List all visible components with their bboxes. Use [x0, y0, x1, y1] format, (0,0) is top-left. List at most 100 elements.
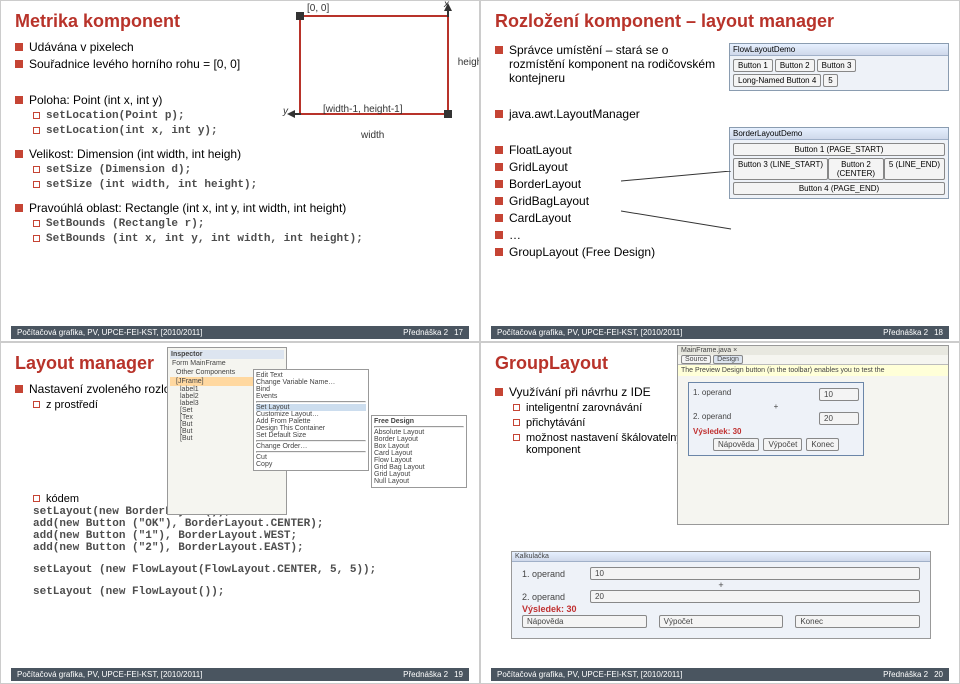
footer-mid: Přednáška 2	[403, 328, 448, 337]
calc-button[interactable]: Výpočet	[659, 615, 784, 628]
footer-page: 19	[454, 670, 463, 679]
help-button[interactable]: Nápověda	[522, 615, 647, 628]
slide-grouplayout: GroupLayout Využívání při návrhu z IDE i…	[480, 342, 960, 684]
close-button[interactable]: Konec	[806, 438, 839, 451]
label-op2: 2. operand	[522, 592, 582, 602]
demo-button[interactable]: Button 1 (PAGE_START)	[733, 143, 945, 156]
subbullet-icon	[33, 181, 40, 188]
demo-button[interactable]: 5 (LINE_END)	[884, 158, 945, 180]
demo-button[interactable]: 5	[823, 74, 837, 87]
menu-item[interactable]: Change Variable Name…	[256, 379, 366, 386]
label-operator: +	[693, 402, 859, 411]
submenu-item[interactable]: Box Layout	[374, 443, 464, 450]
label-origin: [0, 0]	[307, 3, 329, 14]
bullet-icon	[495, 46, 503, 54]
bullet-text: Pravoúhlá oblast: Rectangle (int x, int …	[29, 201, 346, 215]
inspector-title: Inspector	[170, 350, 284, 359]
tab-design[interactable]: Design	[713, 355, 743, 364]
submenu-item[interactable]: Absolute Layout	[374, 429, 464, 436]
menu-item[interactable]: Customize Layout…	[256, 411, 366, 418]
code-text: add(new Button ("1"), BorderLayout.WEST;	[33, 530, 465, 542]
label-operator: +	[522, 580, 920, 590]
menu-item[interactable]: Set Default Size	[256, 432, 366, 439]
label-corner: [width-1, height-1]	[323, 104, 403, 115]
bullet-icon	[15, 96, 23, 104]
tab-source[interactable]: Source	[681, 355, 711, 364]
layout-item: GridLayout	[509, 160, 568, 174]
bullet-icon	[495, 197, 503, 205]
submenu-item[interactable]: Card Layout	[374, 450, 464, 457]
demo-button[interactable]: Long-Named Button 4	[733, 74, 821, 87]
menu-item[interactable]: Set Layout	[256, 404, 366, 411]
menu-item[interactable]: Design This Container	[256, 425, 366, 432]
field-op1[interactable]: 10	[590, 567, 920, 580]
bullet-icon	[15, 60, 23, 68]
bullet-text: Využívání při návrhu z IDE	[509, 385, 651, 399]
bullet-icon	[495, 231, 503, 239]
subbullet-icon	[33, 401, 40, 408]
bullet-icon	[495, 248, 503, 256]
menu-item[interactable]: Edit Text	[256, 372, 366, 379]
field-op2[interactable]: 20	[819, 412, 859, 425]
submenu-item[interactable]: Border Layout	[374, 436, 464, 443]
label-height: height	[458, 57, 480, 68]
submenu-item[interactable]: Free Design	[374, 418, 464, 425]
code-text: SetBounds (Rectangle r);	[46, 218, 204, 230]
subbullet-icon	[33, 220, 40, 227]
context-menu: Edit Text Change Variable Name… Bind Eve…	[253, 369, 369, 471]
field-op1[interactable]: 10	[819, 388, 859, 401]
borderlayout-demo-window: BorderLayoutDemo Button 1 (PAGE_START) B…	[729, 127, 949, 199]
calc-button[interactable]: Výpočet	[763, 438, 802, 451]
layout-item: GridBagLayout	[509, 194, 589, 208]
bullet-icon	[495, 180, 503, 188]
demo-button[interactable]: Button 2 (CENTER)	[828, 158, 884, 180]
code-text: setSize (int width, int height);	[46, 179, 257, 191]
bullet-text: Správce umístění – stará se o rozmístění…	[509, 43, 725, 85]
demo-button[interactable]: Button 3	[817, 59, 857, 72]
submenu-item[interactable]: Flow Layout	[374, 457, 464, 464]
slide-footer: Počítačová grafika, PV, UPCE-FEI-KST, [2…	[491, 326, 949, 339]
subbullet-icon	[513, 434, 520, 441]
menu-item[interactable]: Bind	[256, 386, 366, 393]
sub-text: kódem	[46, 493, 79, 505]
submenu-item[interactable]: Grid Layout	[374, 471, 464, 478]
menu-item[interactable]: Events	[256, 393, 366, 400]
submenu-item[interactable]: Null Layout	[374, 478, 464, 485]
code-text: setLayout (new FlowLayout());	[33, 586, 465, 598]
layout-item: …	[509, 228, 521, 242]
flowlayout-demo-window: FlowLayoutDemo Button 1 Button 2 Button …	[729, 43, 949, 91]
slide-footer: Počítačová grafika, PV, UPCE-FEI-KST, [2…	[491, 668, 949, 681]
footer-page: 18	[934, 328, 943, 337]
menu-item[interactable]: Copy	[256, 461, 366, 468]
demo-button[interactable]: Button 2	[775, 59, 815, 72]
sub-text: z prostředí	[46, 399, 98, 411]
bullet-icon	[15, 43, 23, 51]
slide-footer: Počítačová grafika, PV, UPCE-FEI-KST, [2…	[11, 668, 469, 681]
label-width: width	[361, 130, 384, 141]
hint-bar: The Preview Design button (in the toolba…	[678, 365, 948, 376]
field-op2[interactable]: 20	[590, 590, 920, 603]
editor-tab[interactable]: MainFrame.java ×	[678, 346, 948, 355]
demo-button[interactable]: Button 4 (PAGE_END)	[733, 182, 945, 195]
bullet-icon	[495, 146, 503, 154]
footer-left: Počítačová grafika, PV, UPCE-FEI-KST, [2…	[17, 670, 202, 679]
subbullet-icon	[33, 127, 40, 134]
footer-left: Počítačová grafika, PV, UPCE-FEI-KST, [2…	[497, 670, 682, 679]
label-op1: 1. operand	[693, 388, 731, 401]
code-text: add(new Button ("2"), BorderLayout.EAST)…	[33, 542, 465, 554]
submenu-item[interactable]: Grid Bag Layout	[374, 464, 464, 471]
bullet-icon	[15, 204, 23, 212]
help-button[interactable]: Nápověda	[713, 438, 759, 451]
demo-button[interactable]: Button 3 (LINE_START)	[733, 158, 828, 180]
menu-item[interactable]: Add From Palette	[256, 418, 366, 425]
subbullet-icon	[513, 404, 520, 411]
code-text: setLocation(int x, int y);	[46, 125, 218, 137]
inspector-root[interactable]: Form MainFrame	[170, 359, 284, 368]
bullet-text: Poloha: Point (int x, int y)	[29, 93, 162, 107]
menu-item[interactable]: Change Order…	[256, 443, 366, 450]
dimension-diagram: [0, 0] [width-1, height-1] x y height wi…	[299, 15, 449, 115]
close-button[interactable]: Konec	[795, 615, 920, 628]
label-x: x	[444, 0, 449, 10]
menu-item[interactable]: Cut	[256, 454, 366, 461]
demo-button[interactable]: Button 1	[733, 59, 773, 72]
